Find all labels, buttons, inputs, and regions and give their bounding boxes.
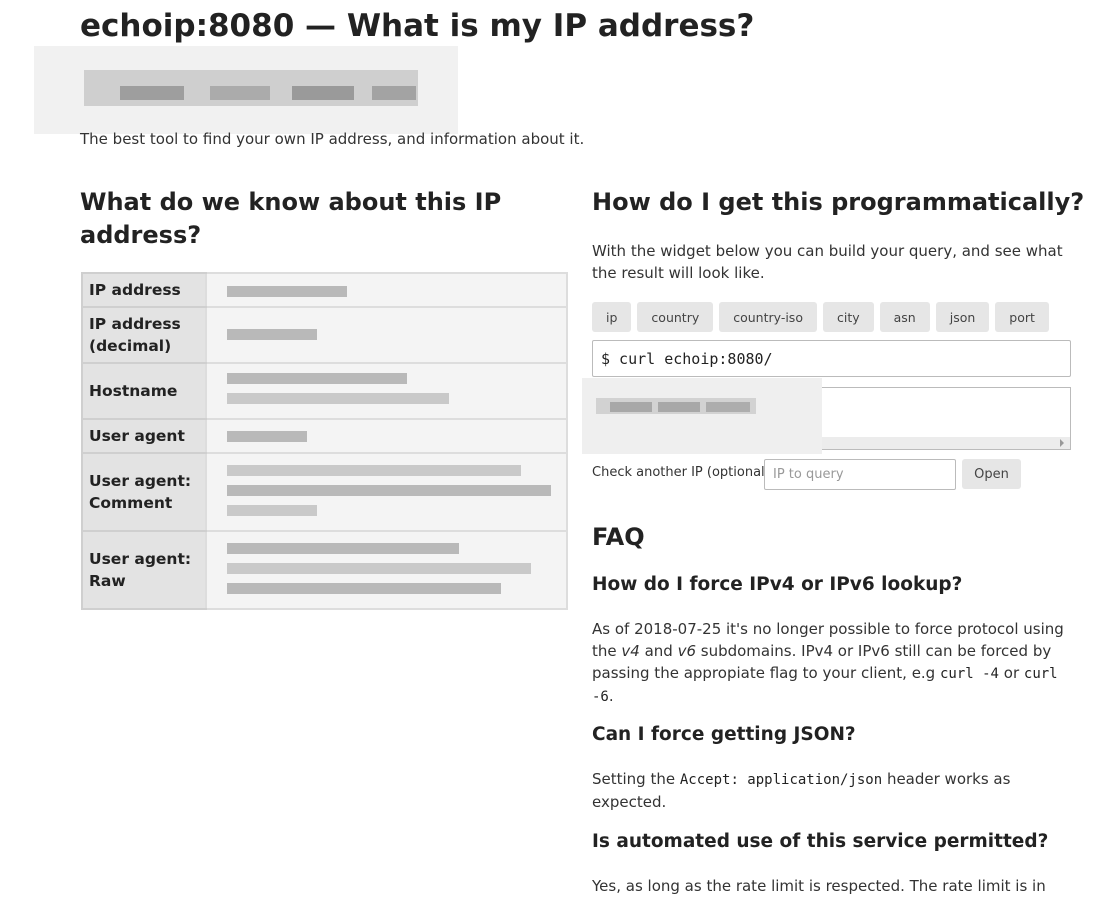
option-port-button[interactable]: port	[995, 302, 1049, 332]
table-row: User agent	[81, 418, 568, 454]
table-row: IP address (decimal)	[81, 306, 568, 364]
option-country-iso-button[interactable]: country-iso	[719, 302, 817, 332]
scroll-right-icon[interactable]	[1060, 439, 1064, 447]
row-label: User agent	[81, 418, 206, 454]
row-label: IP address	[81, 272, 206, 308]
ip-info-table: IP address IP address (decimal) Hostname…	[81, 272, 568, 610]
option-asn-button[interactable]: asn	[879, 302, 930, 332]
redacted-result	[582, 378, 822, 454]
table-row: User agent: Raw	[81, 530, 568, 610]
api-description: With the widget below you can build your…	[592, 242, 1063, 282]
option-ip-button[interactable]: ip	[592, 302, 632, 332]
check-ip-label: Check another IP (optional)	[592, 465, 770, 480]
table-row: Hostname	[81, 362, 568, 420]
row-value	[205, 272, 568, 308]
page-subtitle: The best tool to find your own IP addres…	[80, 130, 585, 148]
option-json-button[interactable]: json	[935, 302, 990, 332]
page-title: echoip:8080 — What is my IP address?	[80, 8, 755, 44]
row-value	[205, 306, 568, 364]
ip-query-input[interactable]	[764, 459, 956, 490]
table-row: User agent: Comment	[81, 452, 568, 532]
redacted-banner	[34, 46, 458, 134]
row-label: User agent: Raw	[81, 530, 206, 610]
query-option-buttons: ip country country-iso city asn json por…	[592, 302, 1049, 332]
faq-question-automated-use: Is automated use of this service permitt…	[592, 831, 1049, 852]
faq-question-ipv4-ipv6: How do I force IPv4 or IPv6 lookup?	[592, 574, 963, 595]
faq-answer-ipv4-ipv6: As of 2018-07-25 it's no longer possible…	[592, 620, 1064, 705]
curl-command-box[interactable]: $ curl echoip:8080/	[592, 340, 1071, 377]
row-label: Hostname	[81, 362, 206, 420]
open-button[interactable]: Open	[962, 459, 1021, 489]
info-heading: What do we know about this IP address?	[80, 188, 502, 249]
faq-answer-json: Setting the Accept: application/json hea…	[592, 770, 1011, 811]
row-value	[205, 530, 568, 610]
faq-question-json: Can I force getting JSON?	[592, 724, 856, 745]
option-country-button[interactable]: country	[637, 302, 714, 332]
row-value	[205, 452, 568, 532]
row-value	[205, 362, 568, 420]
faq-answer-automated-use: Yes, as long as the rate limit is respec…	[592, 877, 1046, 895]
faq-heading: FAQ	[592, 523, 645, 551]
row-label: IP address (decimal)	[81, 306, 206, 364]
api-heading: How do I get this programmatically?	[592, 188, 1085, 216]
row-value	[205, 418, 568, 454]
row-label: User agent: Comment	[81, 452, 206, 532]
table-row: IP address	[81, 272, 568, 308]
option-city-button[interactable]: city	[822, 302, 874, 332]
